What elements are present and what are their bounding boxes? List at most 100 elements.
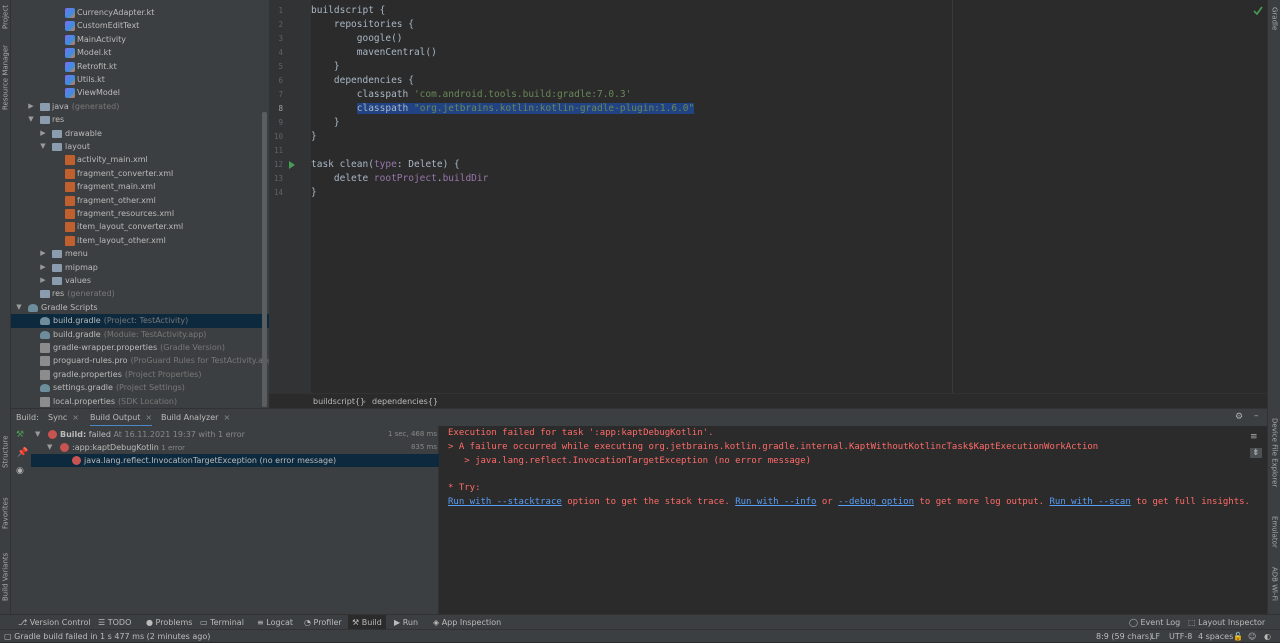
close-icon[interactable]: ×: [145, 413, 152, 422]
tree-item[interactable]: ▶ drawable: [11, 127, 269, 140]
todo-button[interactable]: ☰ TODO: [98, 615, 131, 630]
info-link[interactable]: Run with --info: [735, 497, 816, 507]
caret-position[interactable]: 8:9 (59 chars): [1096, 630, 1152, 643]
face-icon[interactable]: ☺: [1248, 630, 1256, 643]
gear-icon[interactable]: ⚙: [1235, 412, 1243, 422]
breadcrumb-item[interactable]: dependencies{}: [372, 395, 438, 408]
file-encoding[interactable]: UTF-8: [1169, 630, 1192, 643]
terminal-button[interactable]: ▭ Terminal: [200, 615, 244, 630]
tree-item[interactable]: Retrofit.kt: [11, 60, 269, 73]
tree-item-label: item_layout_other.xml: [77, 235, 166, 245]
gradle-tool-tab[interactable]: Gradle: [1268, 4, 1280, 34]
breadcrumb-item[interactable]: buildscript{}: [313, 395, 365, 408]
scan-link[interactable]: Run with --scan: [1049, 497, 1130, 507]
tree-item[interactable]: MainActivity: [11, 33, 269, 46]
chevron-right-icon[interactable]: ▶: [39, 247, 47, 260]
lock-icon[interactable]: 🔓: [1233, 630, 1243, 643]
tree-item[interactable]: settings.gradle (Project Settings): [11, 381, 269, 394]
tree-item[interactable]: fragment_main.xml: [11, 180, 269, 193]
close-icon[interactable]: ×: [72, 413, 79, 422]
indent-setting[interactable]: 4 spaces: [1198, 630, 1233, 643]
tree-item-label: Retrofit.kt: [77, 61, 117, 71]
chevron-right-icon[interactable]: ▶: [39, 127, 47, 140]
build-button[interactable]: ⚒ Build: [348, 615, 386, 630]
tree-item-selected[interactable]: build.gradle (Project: TestActivity): [11, 314, 269, 328]
chevron-right-icon[interactable]: ▶: [27, 100, 35, 113]
chevron-down-icon[interactable]: ▼: [39, 140, 47, 153]
version-control-button[interactable]: ⎇ Version Control: [18, 615, 91, 630]
device-file-explorer-tool-tab[interactable]: Device File Explorer: [1268, 414, 1280, 492]
scroll-to-end-icon[interactable]: ⇟: [1250, 448, 1262, 458]
structure-tool-tab[interactable]: Structure: [0, 428, 11, 476]
layout-inspector-button[interactable]: ⬚ Layout Inspector: [1188, 615, 1265, 630]
tree-item[interactable]: ▶ mipmap: [11, 261, 269, 274]
tab-sync[interactable]: Sync ×: [48, 409, 79, 427]
tree-item[interactable]: fragment_converter.xml: [11, 167, 269, 180]
eye-icon[interactable]: ◉: [16, 466, 24, 476]
adb-wifi-tool-tab[interactable]: ADB Wi-Fi: [1268, 560, 1280, 608]
tree-item[interactable]: build.gradle (Module: TestActivity.app): [11, 328, 269, 341]
app-inspection-button[interactable]: ◈ App Inspection: [433, 615, 501, 630]
chevron-right-icon[interactable]: ▶: [39, 274, 47, 287]
line-separator[interactable]: LF: [1151, 630, 1160, 643]
tree-item[interactable]: fragment_other.xml: [11, 194, 269, 207]
build-variants-tool-tab[interactable]: Build Variants: [0, 546, 11, 608]
event-log-button[interactable]: ◯ Event Log: [1129, 615, 1180, 630]
tree-item[interactable]: CurrencyAdapter.kt: [11, 6, 269, 19]
memory-icon[interactable]: ◐: [1264, 630, 1271, 643]
status-message[interactable]: ▢ Gradle build failed in 1 s 477 ms (2 m…: [4, 630, 210, 643]
chevron-down-icon[interactable]: ▼: [27, 113, 35, 126]
tree-item[interactable]: ▶ values: [11, 274, 269, 287]
tree-item[interactable]: res (generated): [11, 287, 269, 300]
tree-item[interactable]: Utils.kt: [11, 73, 269, 86]
problems-button[interactable]: ● Problems: [146, 615, 192, 630]
tree-item[interactable]: fragment_resources.xml: [11, 207, 269, 220]
build-console[interactable]: Execution failed for task ':app:kaptDebu…: [440, 426, 1267, 614]
tree-item[interactable]: local.properties (SDK Location): [11, 395, 269, 408]
build-tree-row-selected[interactable]: java.lang.reflect.InvocationTargetExcept…: [31, 454, 439, 467]
chevron-down-icon[interactable]: ▼: [35, 428, 40, 441]
tree-item[interactable]: ▼ Gradle Scripts: [11, 301, 269, 314]
tab-build-analyzer[interactable]: Build Analyzer ×: [161, 409, 230, 427]
tree-item[interactable]: ▼ res: [11, 113, 269, 126]
tree-item[interactable]: item_layout_converter.xml: [11, 220, 269, 233]
tree-item[interactable]: ▶ java (generated): [11, 100, 269, 113]
line-number: 3: [278, 34, 283, 43]
tree-item[interactable]: proguard-rules.pro (ProGuard Rules for Te…: [11, 354, 269, 367]
folder-icon: [52, 129, 62, 138]
hammer-icon[interactable]: ⚒: [16, 430, 24, 440]
minimize-icon[interactable]: –: [1254, 411, 1259, 421]
tree-item[interactable]: item_layout_other.xml: [11, 234, 269, 247]
run-button[interactable]: ▶ Run: [394, 615, 418, 630]
close-icon[interactable]: ×: [223, 413, 230, 422]
logcat-button[interactable]: ≡ Logcat: [257, 615, 293, 630]
tree-item[interactable]: gradle.properties (Project Properties): [11, 368, 269, 381]
tree-item[interactable]: CustomEditText: [11, 19, 269, 32]
code-editor[interactable]: buildscript { repositories { google() ma…: [311, 0, 1267, 393]
profiler-button[interactable]: ◔ Profiler: [304, 615, 342, 630]
chevron-right-icon[interactable]: ▶: [39, 261, 47, 274]
code-line: }: [311, 61, 340, 72]
emulator-tool-tab[interactable]: Emulator: [1268, 512, 1280, 552]
tree-item[interactable]: ▼ layout: [11, 140, 269, 153]
run-gutter-icon[interactable]: [288, 161, 296, 169]
chevron-down-icon[interactable]: ▼: [47, 441, 52, 454]
project-tool-tab[interactable]: Project: [0, 2, 11, 32]
tree-item[interactable]: ViewModel: [11, 86, 269, 99]
favorites-tool-tab[interactable]: Favorites: [0, 488, 11, 538]
build-tree-row[interactable]: ▼ :app:kaptDebugKotlin 1 error 835 ms: [31, 441, 439, 454]
tree-item[interactable]: ▶ menu: [11, 247, 269, 260]
pin-icon[interactable]: 📌: [17, 448, 28, 458]
tree-item[interactable]: gradle-wrapper.properties (Gradle Version…: [11, 341, 269, 354]
tree-item[interactable]: Model.kt: [11, 46, 269, 59]
debug-link[interactable]: --debug option: [838, 497, 914, 507]
tab-build-output[interactable]: Build Output ×: [90, 409, 153, 427]
resource-manager-tool-tab[interactable]: Resource Manager: [0, 42, 11, 112]
project-tree-scrollbar[interactable]: [262, 112, 267, 407]
chevron-down-icon[interactable]: ▼: [15, 301, 23, 314]
wrap-icon[interactable]: ≡: [1250, 432, 1258, 442]
tree-item[interactable]: activity_main.xml: [11, 153, 269, 166]
build-tree-row[interactable]: ▼ Build: failed At 16.11.2021 19:37 with…: [31, 428, 439, 441]
stacktrace-link[interactable]: Run with --stacktrace: [448, 497, 562, 507]
console-line: * Try:: [448, 483, 481, 493]
